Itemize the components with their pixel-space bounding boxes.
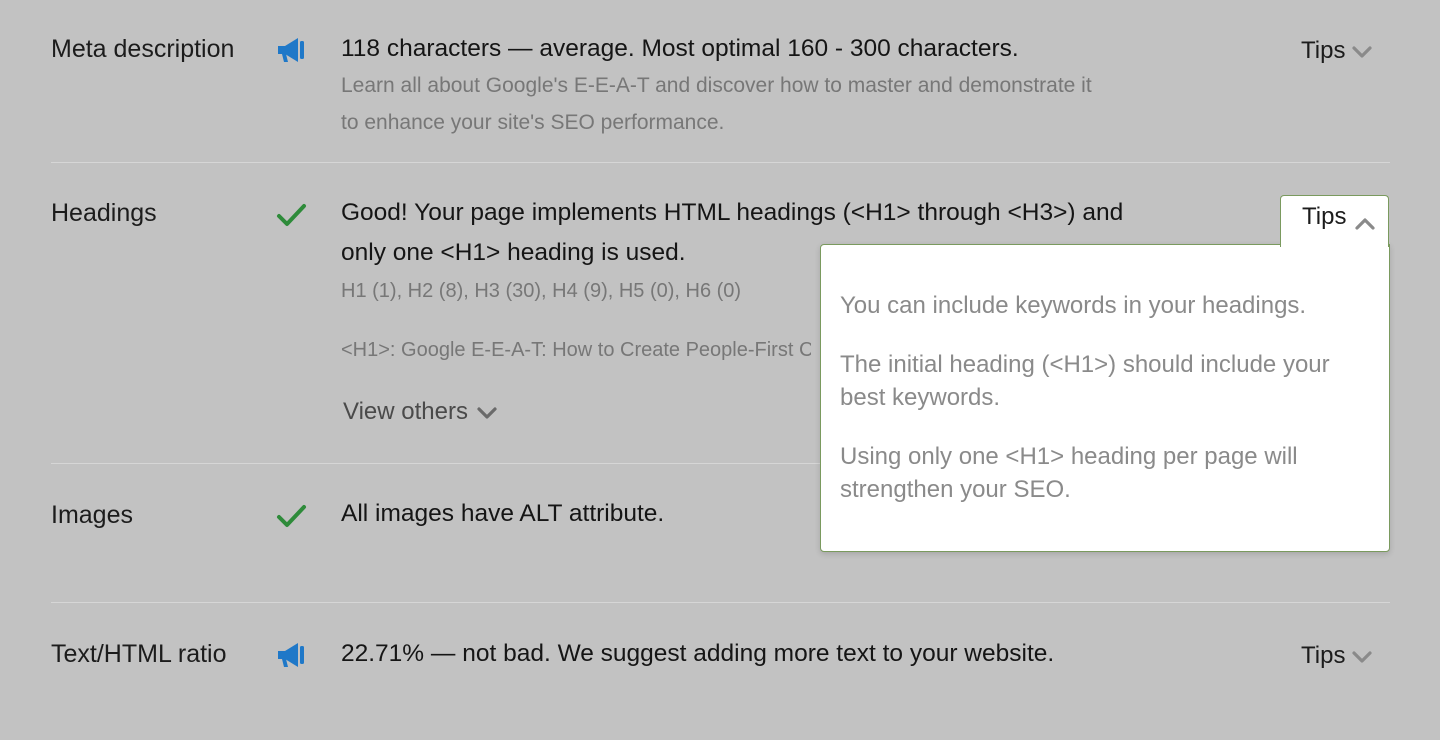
tips-popover: You can include keywords in your heading… [820,244,1390,552]
detail-text-line-1: Learn all about Google's E-E-A-T and dis… [341,74,1092,97]
row-label: Meta description [51,35,235,63]
chevron-down-icon [1351,38,1373,66]
chevron-up-icon [1354,210,1376,238]
tip-single-h1: Using only one <H1> heading per page wil… [840,443,1298,503]
row-divider [51,602,1390,603]
check-icon [274,499,308,533]
tips-label: Tips [1302,203,1347,230]
status-message-line-1: Good! Your page implements HTML headings… [341,199,1124,226]
tips-toggle-headings[interactable]: Tips [1280,195,1389,247]
status-message: All images have ALT attribute. [341,500,665,527]
row-divider [51,162,1390,163]
tips-label: Tips [1301,37,1346,64]
row-label: Images [51,501,133,529]
tips-toggle-meta-description[interactable]: Tips [1301,37,1373,66]
tips-toggle-text-html-ratio[interactable]: Tips [1301,642,1373,671]
chevron-down-icon [476,399,498,427]
megaphone-icon [274,33,308,67]
tip-h1-keywords: The initial heading (<H1>) should includ… [840,351,1330,411]
row-label: Text/HTML ratio [51,640,227,668]
megaphone-icon [274,638,308,672]
h1-text: <H1>: Google E-E-A-T: How to Create Peop… [341,339,811,361]
status-message: 22.71% — not bad. We suggest adding more… [341,640,1055,667]
view-others-toggle[interactable]: View others [343,398,498,427]
tip-keywords: You can include keywords in your heading… [840,292,1307,319]
view-others-label: View others [343,398,468,425]
status-message: 118 characters — average. Most optimal 1… [341,35,1019,62]
tips-label: Tips [1301,642,1346,669]
check-icon [274,198,308,232]
detail-text-line-2: to enhance your site's SEO performance. [341,111,725,134]
chevron-down-icon [1351,643,1373,671]
seo-report: Meta description 118 characters — averag… [51,0,1390,740]
row-label: Headings [51,199,157,227]
